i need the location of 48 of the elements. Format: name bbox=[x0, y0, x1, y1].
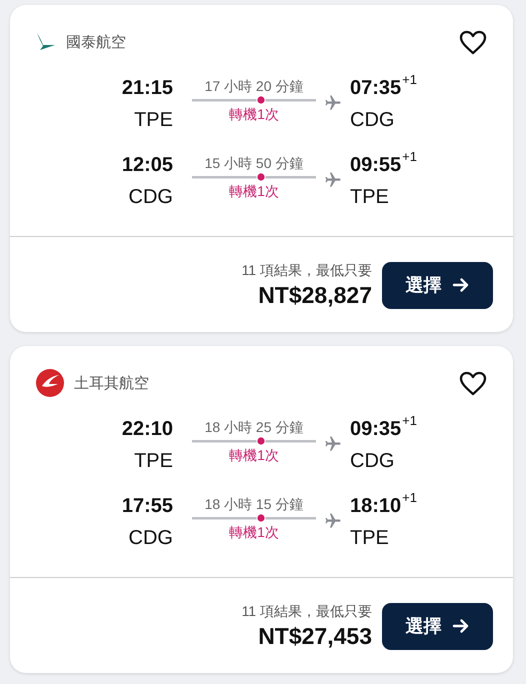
select-button[interactable]: 選擇 bbox=[382, 262, 493, 308]
stops-label: 轉機1次 bbox=[229, 105, 279, 123]
day-offset: +1 bbox=[402, 490, 417, 504]
departure-airport: TPE bbox=[134, 108, 173, 132]
stops-label: 轉機1次 bbox=[229, 182, 279, 200]
price: NT$28,827 bbox=[258, 281, 372, 310]
airline-name: 國泰航空 bbox=[66, 32, 127, 52]
arrow-right-icon bbox=[452, 276, 470, 294]
flight-duration: 18 小時 25 分鐘 bbox=[204, 418, 304, 436]
airplane-icon bbox=[324, 512, 342, 530]
flight-duration: 17 小時 20 分鐘 bbox=[204, 77, 304, 95]
arrival-time: 07:35 bbox=[350, 76, 402, 100]
price: NT$27,453 bbox=[258, 622, 372, 651]
arrival-airport: TPE bbox=[350, 526, 389, 550]
day-offset: +1 bbox=[402, 412, 417, 428]
arrival-time: 18:10 bbox=[350, 494, 402, 518]
arrow-right-icon bbox=[452, 617, 470, 635]
select-button[interactable]: 選擇 bbox=[382, 602, 493, 650]
departure-time: 17:55 bbox=[122, 494, 173, 518]
heart-icon bbox=[459, 370, 487, 396]
arrival-airport: CDG bbox=[350, 450, 394, 472]
arrival-time: 09:35 bbox=[350, 418, 402, 440]
bird-logo-icon bbox=[36, 369, 64, 397]
departure-airport: CDG bbox=[128, 186, 173, 208]
stops-label: 轉機1次 bbox=[229, 523, 279, 541]
favorite-button[interactable] bbox=[459, 370, 487, 396]
day-offset: +1 bbox=[402, 72, 417, 86]
airplane-icon bbox=[324, 170, 342, 188]
departure-time: 21:15 bbox=[122, 76, 173, 100]
airline-name: 土耳其航空 bbox=[74, 374, 150, 392]
arrival-airport: CDG bbox=[350, 108, 394, 132]
favorite-button[interactable] bbox=[459, 30, 487, 54]
airplane-icon bbox=[324, 434, 342, 452]
results-summary: 11 項結果，最低只要 bbox=[242, 602, 372, 621]
arrival-airport: TPE bbox=[350, 186, 389, 208]
flight-duration: 15 小時 50 分鐘 bbox=[204, 154, 304, 172]
bird-logo-icon bbox=[36, 33, 56, 51]
departure-time: 12:05 bbox=[122, 154, 173, 176]
departure-airport: TPE bbox=[134, 450, 173, 472]
airplane-icon bbox=[324, 94, 342, 112]
departure-time: 22:10 bbox=[122, 418, 173, 440]
stops-label: 轉機1次 bbox=[229, 446, 279, 464]
heart-icon bbox=[459, 30, 487, 54]
arrival-time: 09:55 bbox=[350, 154, 402, 176]
day-offset: +1 bbox=[402, 148, 417, 164]
results-summary: 11 項結果，最低只要 bbox=[242, 261, 372, 280]
flight-duration: 18 小時 15 分鐘 bbox=[204, 495, 304, 513]
departure-airport: CDG bbox=[128, 526, 173, 550]
